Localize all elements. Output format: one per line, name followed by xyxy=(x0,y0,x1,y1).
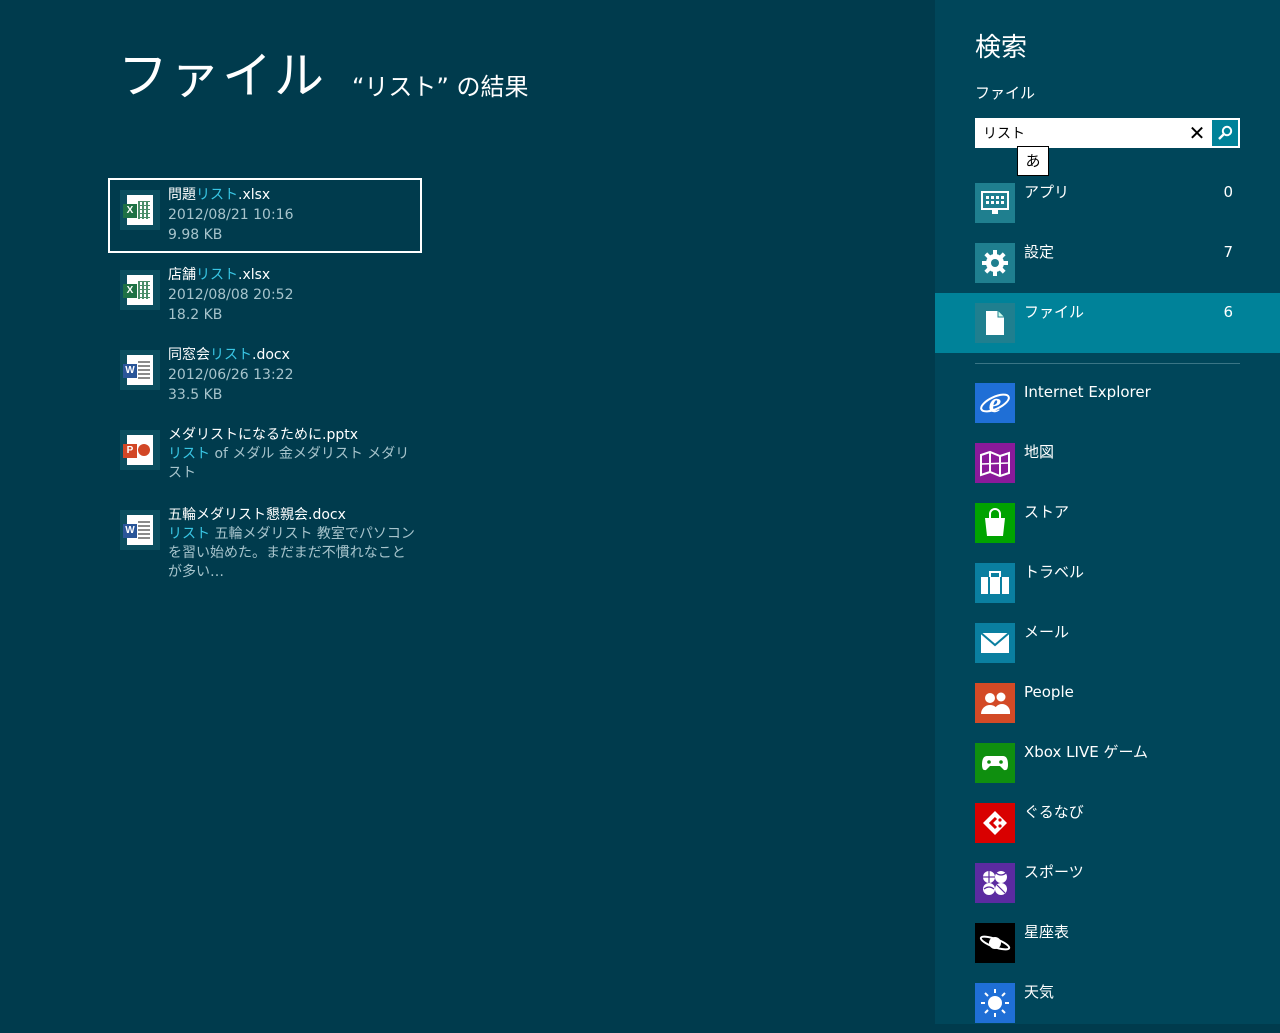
app-label: 地図 xyxy=(1024,443,1055,461)
weather-icon xyxy=(975,983,1015,1023)
svg-text:e: e xyxy=(989,388,1001,419)
charm-title: 検索 xyxy=(975,33,1028,63)
result-name: 問題リスト.xlsx xyxy=(168,187,271,203)
search-category-list: アプリ 0 設定 7 ファイル 6 xyxy=(935,173,1280,353)
store-icon xyxy=(975,503,1015,543)
ime-mode-indicator: あ xyxy=(1017,146,1049,176)
result-date: 2012/06/26 13:22 xyxy=(168,367,294,383)
result-size: 18.2 KB xyxy=(168,307,223,323)
result-name: 同窓会リスト.docx xyxy=(168,347,290,363)
clear-icon[interactable]: ✕ xyxy=(1183,118,1211,148)
page-title: ファイル xyxy=(118,47,326,105)
excel-file-icon: X xyxy=(120,270,160,310)
search-charm: 検索 ファイル ✕ あ アプリ 0 設定 7 xyxy=(935,0,1280,1024)
app-internet-explorer[interactable]: e Internet Explorer xyxy=(935,373,1280,433)
result-item[interactable]: P メダリストになるために.pptx リスト of メダル 金メダリスト メダリ… xyxy=(108,418,422,493)
star-chart-icon xyxy=(975,923,1015,963)
category-count: 7 xyxy=(1223,243,1233,261)
result-item[interactable]: X 問題リスト.xlsx 2012/08/21 10:16 9.98 KB xyxy=(108,178,422,253)
result-snippet: リスト of メダル 金メダリスト メダリスト xyxy=(168,446,410,481)
category-count: 6 xyxy=(1223,303,1233,321)
search-icon xyxy=(1218,125,1233,140)
app-sports[interactable]: スポーツ xyxy=(935,853,1280,913)
app-label: スポーツ xyxy=(1024,863,1084,881)
internet-explorer-icon: e xyxy=(975,383,1015,423)
people-icon xyxy=(975,683,1015,723)
category-label: 設定 xyxy=(1024,243,1055,261)
app-label: ぐるなび xyxy=(1024,803,1084,821)
sports-icon xyxy=(975,863,1015,903)
app-label: ストア xyxy=(1024,503,1070,521)
app-gurunavi[interactable]: ぐるなび xyxy=(935,793,1280,853)
search-input[interactable] xyxy=(975,118,1196,148)
app-people[interactable]: People xyxy=(935,673,1280,733)
search-box: ✕ xyxy=(975,118,1240,148)
result-item[interactable]: W 五輪メダリスト懇親会.docx リスト 五輪メダリスト 教室でパソコンを習い… xyxy=(108,498,422,580)
category-settings[interactable]: 設定 7 xyxy=(935,233,1280,293)
word-file-icon: W xyxy=(120,350,160,390)
file-icon xyxy=(975,303,1015,343)
result-size: 33.5 KB xyxy=(168,387,223,403)
result-item[interactable]: X 店舗リスト.xlsx 2012/08/08 20:52 18.2 KB xyxy=(108,258,422,333)
result-item[interactable]: W 同窓会リスト.docx 2012/06/26 13:22 33.5 KB xyxy=(108,338,422,413)
word-file-icon: W xyxy=(120,510,160,550)
excel-file-icon: X xyxy=(120,190,160,230)
search-button[interactable] xyxy=(1212,120,1238,146)
app-label: メール xyxy=(1024,623,1070,641)
app-list: e Internet Explorer 地図 ストア トラベル メール Peop… xyxy=(935,373,1280,1033)
app-mail[interactable]: メール xyxy=(935,613,1280,673)
result-snippet: リスト 五輪メダリスト 教室でパソコンを習い始めた。まだまだ不慣れなことが多い… xyxy=(168,526,415,580)
result-name: 五輪メダリスト懇親会.docx xyxy=(168,507,346,523)
maps-icon xyxy=(975,443,1015,483)
powerpoint-file-icon: P xyxy=(120,430,160,470)
app-label: People xyxy=(1024,683,1074,701)
gear-icon xyxy=(975,243,1015,283)
app-label: トラベル xyxy=(1024,563,1085,581)
search-scope-label: ファイル xyxy=(975,84,1036,102)
query-subtitle: “リスト” の結果 xyxy=(352,73,529,101)
app-label: 天気 xyxy=(1024,983,1055,1001)
divider xyxy=(975,363,1240,364)
app-store[interactable]: ストア xyxy=(935,493,1280,553)
result-name: 店舗リスト.xlsx xyxy=(168,267,271,283)
mail-icon xyxy=(975,623,1015,663)
app-weather[interactable]: 天気 xyxy=(935,973,1280,1033)
gurunavi-icon xyxy=(975,803,1015,843)
category-label: アプリ xyxy=(1024,183,1070,201)
app-maps[interactable]: 地図 xyxy=(935,433,1280,493)
app-travel[interactable]: トラベル xyxy=(935,553,1280,613)
category-count: 0 xyxy=(1223,183,1233,201)
results-list: X 問題リスト.xlsx 2012/08/21 10:16 9.98 KB X … xyxy=(108,178,423,583)
result-size: 9.98 KB xyxy=(168,227,223,243)
app-label: Xbox LIVE ゲーム xyxy=(1024,743,1148,761)
xbox-games-icon xyxy=(975,743,1015,783)
app-xbox-games[interactable]: Xbox LIVE ゲーム xyxy=(935,733,1280,793)
app-label: Internet Explorer xyxy=(1024,383,1151,401)
category-label: ファイル xyxy=(1024,303,1085,321)
search-results-pane: ファイル “リスト” の結果 X 問題リスト.xlsx 2012/08/21 1… xyxy=(0,0,935,1024)
app-star-chart[interactable]: 星座表 xyxy=(935,913,1280,973)
category-files[interactable]: ファイル 6 xyxy=(935,293,1280,353)
result-date: 2012/08/21 10:16 xyxy=(168,207,294,223)
travel-icon xyxy=(975,563,1015,603)
result-date: 2012/08/08 20:52 xyxy=(168,287,294,303)
result-name: メダリストになるために.pptx xyxy=(168,427,358,443)
app-label: 星座表 xyxy=(1024,923,1070,941)
apps-icon xyxy=(975,183,1015,223)
category-apps[interactable]: アプリ 0 xyxy=(935,173,1280,233)
